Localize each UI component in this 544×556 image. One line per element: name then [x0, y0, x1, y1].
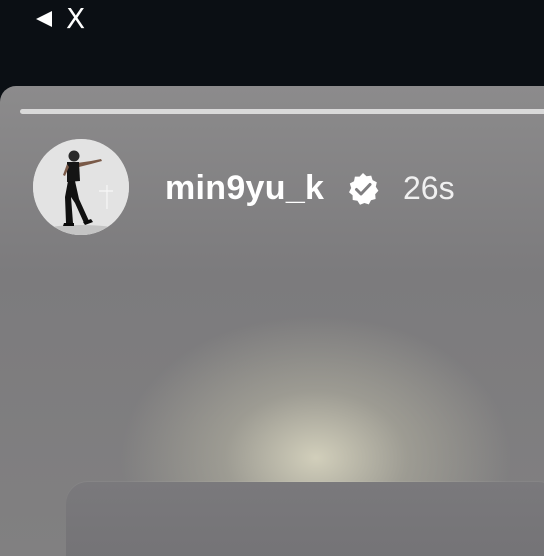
top-bar: X: [0, 0, 544, 86]
story-viewer[interactable]: min9yu_k 26s: [0, 86, 544, 556]
back-to-x-link[interactable]: X: [36, 4, 85, 34]
back-app-label[interactable]: X: [66, 4, 85, 34]
story-content-card: [66, 482, 544, 556]
story-username[interactable]: min9yu_k: [165, 168, 324, 208]
verified-badge-icon: [349, 173, 379, 205]
avatar[interactable]: [33, 139, 129, 235]
profile-photo: [33, 139, 129, 235]
back-triangle-icon[interactable]: [36, 11, 52, 27]
story-timestamp: 26s: [403, 170, 455, 206]
story-progress-bar: [20, 109, 544, 114]
story-progress-fill: [20, 109, 544, 114]
